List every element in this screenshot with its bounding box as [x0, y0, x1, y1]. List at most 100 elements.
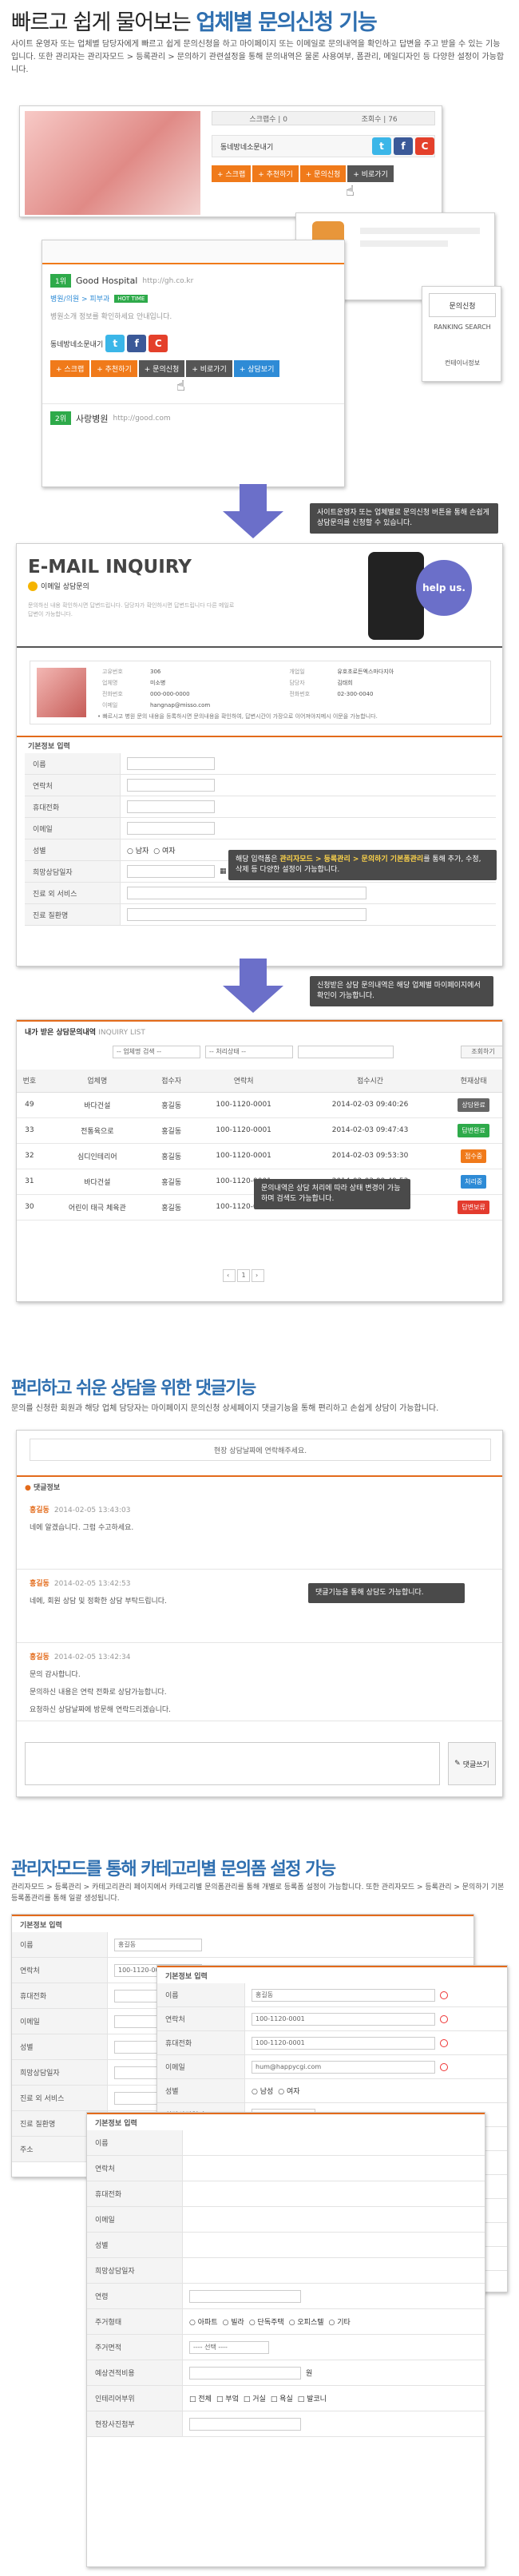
form-input[interactable]: [127, 822, 215, 835]
form-input[interactable]: [127, 865, 215, 878]
radio-option[interactable]: ○ 아파트: [189, 2316, 218, 2327]
tip-list-status: 문의내역은 상담 처리에 따라 상태 변경이 가능하며 검색도 가능합니다.: [254, 1179, 410, 1209]
field-label: 진료 질환명: [25, 904, 121, 925]
radio-option[interactable]: ○ 오피스텔: [289, 2316, 324, 2327]
tip-mypage: 신청받은 상담 문의내역은 해당 업체별 마이페이지에서 확인이 가능합니다.: [310, 976, 493, 1006]
calendar-icon[interactable]: ▦: [220, 867, 227, 875]
form-input[interactable]: [189, 2289, 301, 2303]
form-input[interactable]: 홍길동: [252, 1988, 435, 2002]
card-note: 병원소개 정보를 확인하세요 안내입니다.: [50, 313, 172, 321]
phone-illustration: [368, 552, 424, 640]
form-input[interactable]: [127, 887, 366, 899]
status-badge: 답변완료: [458, 1123, 489, 1137]
facebook-icon[interactable]: f: [127, 335, 147, 352]
column-header[interactable]: 업체명: [42, 1070, 153, 1093]
form-input[interactable]: 홍길동: [114, 1938, 202, 1951]
cyworld-icon[interactable]: C: [415, 137, 434, 155]
comment-textarea[interactable]: [25, 1742, 440, 1785]
form-row: 이메일 hum@happycgi.com: [157, 2055, 507, 2079]
hand-cursor-icon: ☝: [176, 378, 185, 395]
table-row[interactable]: 33 전통육으로 홍길동 100-1120-0001 2014-02-03 09:47:…: [17, 1117, 502, 1144]
category-breadcrumb[interactable]: 병원/의원 > 피부과: [50, 293, 109, 304]
recommend-button[interactable]: + 추천하기: [91, 360, 137, 377]
radio-male[interactable]: ○ 남자: [127, 845, 149, 855]
hand-cursor-icon: ☝: [346, 183, 355, 200]
flow-arrow-icon: [223, 986, 283, 1013]
facebook-icon[interactable]: f: [394, 137, 413, 155]
form-row: 진료 질환명: [25, 904, 496, 926]
form-row: 휴대전화: [25, 796, 496, 818]
page-number[interactable]: 1: [237, 1269, 250, 1282]
tip-inquiry-button: 사이트운영자 또는 업체별로 문의신청 버튼을 통해 손쉽게 상담문의를 신청할…: [310, 503, 498, 534]
radio-option[interactable]: ○ 빌라: [223, 2316, 244, 2327]
card-action-buttons: + 스크랩 + 추천하기 + 문의신청 + 비로가기 + 상담보기: [50, 360, 338, 377]
checkbox-option[interactable]: □ 부엌: [216, 2393, 239, 2403]
inquiry-button[interactable]: + 문의신청: [299, 165, 347, 182]
field-label: 이름: [25, 753, 121, 774]
column-header[interactable]: 연락처: [190, 1070, 297, 1093]
form-input[interactable]: 100-1120-0001: [252, 2012, 435, 2026]
reviews-button[interactable]: + 비로가기: [186, 360, 232, 377]
hospital-name[interactable]: Good Hospital: [76, 276, 137, 286]
form-input[interactable]: [127, 757, 215, 770]
cyworld-icon[interactable]: C: [149, 335, 168, 352]
company-filter-select[interactable]: -- 업체명 검색 --: [113, 1046, 200, 1058]
form-row: 진료 외 서비스: [25, 883, 496, 904]
select-input[interactable]: ---- 선택 ----: [189, 2340, 269, 2354]
checkbox-option[interactable]: □ 발코니: [298, 2393, 327, 2403]
form-row: 연락처 100-1120-0001: [157, 2007, 507, 2031]
form-heading: 기본정보 입력: [28, 743, 70, 751]
search-button[interactable]: 조회하기: [461, 1046, 502, 1058]
radio-option[interactable]: ○ 기타: [329, 2316, 351, 2327]
comment-author: 홍길동: [30, 1506, 50, 1514]
twitter-icon[interactable]: t: [105, 335, 125, 352]
radio-option[interactable]: ○ 남성: [252, 2086, 273, 2096]
info-row: 고유번호 306 개업일 유호초로든엑스마다지아: [102, 669, 394, 675]
next-page-button[interactable]: ›: [252, 1269, 264, 1282]
section-3-description: 관리자모드 > 등록관리 > 카테고리관리 페이지에서 카테고리별 문의폼관리를…: [11, 1883, 505, 1903]
prev-page-button[interactable]: ‹: [223, 1269, 236, 1282]
twitter-icon[interactable]: t: [372, 137, 391, 155]
radio-option[interactable]: ○ 단독주택: [249, 2316, 284, 2327]
info-row: 전화번호 000-000-0000 전화번호 02-300-0040: [102, 691, 374, 697]
required-icon: [440, 2038, 448, 2047]
radio-female[interactable]: ○ 여자: [153, 845, 175, 855]
form-row: 연령: [87, 2284, 485, 2309]
form-input[interactable]: [189, 2417, 301, 2431]
required-icon: [440, 1991, 448, 1999]
form-input[interactable]: [127, 800, 215, 813]
search-input[interactable]: [298, 1046, 394, 1058]
column-header[interactable]: 접수자: [152, 1070, 191, 1093]
form-input[interactable]: 100-1120-0001: [252, 2036, 435, 2050]
ranking-search[interactable]: RANKING SEARCH: [429, 323, 496, 351]
form-row: 연락처: [87, 2156, 485, 2181]
side-inquiry-button[interactable]: 문의신청: [429, 293, 496, 317]
column-header[interactable]: 번호: [17, 1070, 42, 1093]
form-input[interactable]: [127, 908, 366, 921]
checkbox-option[interactable]: □ 욕실: [271, 2393, 293, 2403]
inquiry-button[interactable]: + 문의신청: [138, 360, 185, 377]
cost-input[interactable]: [189, 2366, 301, 2380]
form-row: 이름 홍길동: [157, 1983, 507, 2007]
hospital-url[interactable]: http://gh.co.kr: [142, 277, 193, 285]
card-rank-row-2: 2위 사랑병원 http://good.com: [50, 411, 171, 425]
business-info-box: 고유번호 306 개업일 유호초로든엑스마다지아 업체명 미소병 담당자 김태희 전화번호 000…: [30, 661, 491, 724]
form-input[interactable]: [127, 779, 215, 792]
table-row[interactable]: 49 바다건설 홍길동 100-1120-0001 2014-02-03 09:40:2…: [17, 1092, 502, 1118]
consult-button[interactable]: + 상담보기: [233, 360, 280, 377]
radio-option[interactable]: ○ 여자: [278, 2086, 299, 2096]
checkbox-option[interactable]: □ 거실: [244, 2393, 266, 2403]
column-header[interactable]: 현재상태: [443, 1070, 502, 1093]
reviews-button[interactable]: + 비로가기: [347, 165, 394, 182]
scrap-button[interactable]: + 스크랩: [212, 165, 252, 182]
status-filter-select[interactable]: -- 처리상태 --: [205, 1046, 293, 1058]
recommend-button[interactable]: + 추천하기: [252, 165, 299, 182]
form-input[interactable]: hum@happycgi.com: [252, 2060, 435, 2074]
table-row[interactable]: 32 심디인테리어 홍길동 100-1120-0001 2014-02-03 09:53…: [17, 1143, 502, 1169]
scrap-button[interactable]: + 스크랩: [50, 360, 90, 377]
column-header[interactable]: 접수시간: [296, 1070, 444, 1093]
comment-submit-button[interactable]: ✎ 댓글쓰기: [448, 1742, 496, 1785]
checkbox-option[interactable]: □ 전체: [189, 2393, 212, 2403]
notice-box: 현장 상담날짜에 연락해주세요.: [30, 1439, 491, 1461]
form-row: 이메일: [25, 818, 496, 839]
